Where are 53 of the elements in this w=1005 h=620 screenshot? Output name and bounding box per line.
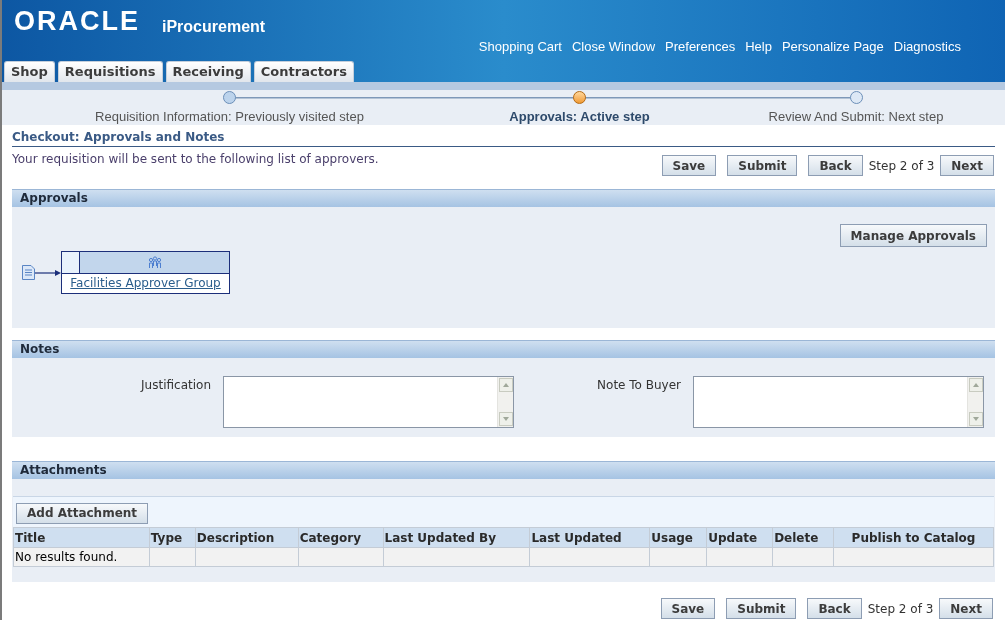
oracle-logo: ORACLE	[14, 8, 140, 35]
column-header: Update	[706, 527, 773, 548]
column-header: Delete	[772, 527, 834, 548]
back-button[interactable]: Back	[807, 598, 862, 619]
field-label: Note To Buyer	[596, 377, 682, 394]
text-area[interactable]	[223, 376, 514, 428]
submit-button[interactable]: Submit	[726, 598, 797, 619]
submit-button[interactable]: Submit	[727, 155, 798, 176]
next-button[interactable]: Next	[940, 155, 994, 176]
header-link[interactable]: Diagnostics	[893, 37, 961, 57]
column-header: Description	[195, 527, 299, 548]
field-label: Justification	[139, 377, 212, 394]
step-indicator: Step 2 of 3	[867, 600, 934, 618]
next-button[interactable]: Next	[939, 598, 993, 619]
header-link[interactable]: Personalize Page	[781, 37, 884, 57]
column-header: Last Updated By	[383, 527, 530, 548]
save-button[interactable]: Save	[660, 598, 716, 619]
header-link[interactable]: Shopping Cart	[478, 37, 562, 57]
add-attachment-button[interactable]: Add Attachment	[16, 502, 149, 524]
scroll-up-icon[interactable]	[498, 378, 513, 392]
scroll-down-icon[interactable]	[498, 412, 513, 426]
column-header: Publish to Catalog	[833, 527, 994, 548]
section-header: Attachments	[12, 461, 995, 479]
document-icon	[22, 265, 35, 280]
section-header: Notes	[12, 340, 995, 358]
nav-tab[interactable]: Shop	[4, 61, 55, 82]
text-area[interactable]	[693, 376, 984, 428]
column-header: Usage	[649, 527, 707, 548]
step-label: Approvals: Active step	[509, 108, 650, 126]
back-button[interactable]: Back	[808, 155, 863, 176]
app-title: iProcurement	[162, 17, 266, 37]
column-header: Last Updated	[529, 527, 650, 548]
header-link[interactable]: Close Window	[571, 37, 656, 57]
step-indicator: Step 2 of 3	[868, 157, 935, 175]
manage-approvals-button[interactable]: Manage Approvals	[839, 224, 987, 247]
section-header: Approvals	[12, 189, 995, 207]
page-title: Checkout: Approvals and Notes	[12, 130, 226, 146]
save-button[interactable]: Save	[661, 155, 717, 176]
header-link[interactable]: Preferences	[665, 37, 736, 57]
scroll-up-icon[interactable]	[968, 378, 983, 392]
approver-link[interactable]: Facilities Approver Group	[62, 274, 229, 293]
page-description: Your requisition will be sent to the following list of approvers.	[12, 151, 379, 168]
header-link[interactable]: Help	[745, 37, 772, 57]
nav-tab[interactable]: Contractors	[253, 61, 354, 82]
scroll-down-icon[interactable]	[968, 412, 983, 426]
people-group-icon	[146, 256, 163, 269]
nav-tab[interactable]: Requisitions	[57, 61, 163, 82]
step-label: Review And Submit: Next step	[768, 108, 944, 126]
nav-tab[interactable]: Receiving	[165, 61, 251, 82]
column-header: Category	[298, 527, 384, 548]
column-header: Title	[13, 527, 150, 548]
column-header: Type	[149, 527, 196, 548]
step-label: Requisition Information: Previously visited step	[95, 108, 364, 126]
